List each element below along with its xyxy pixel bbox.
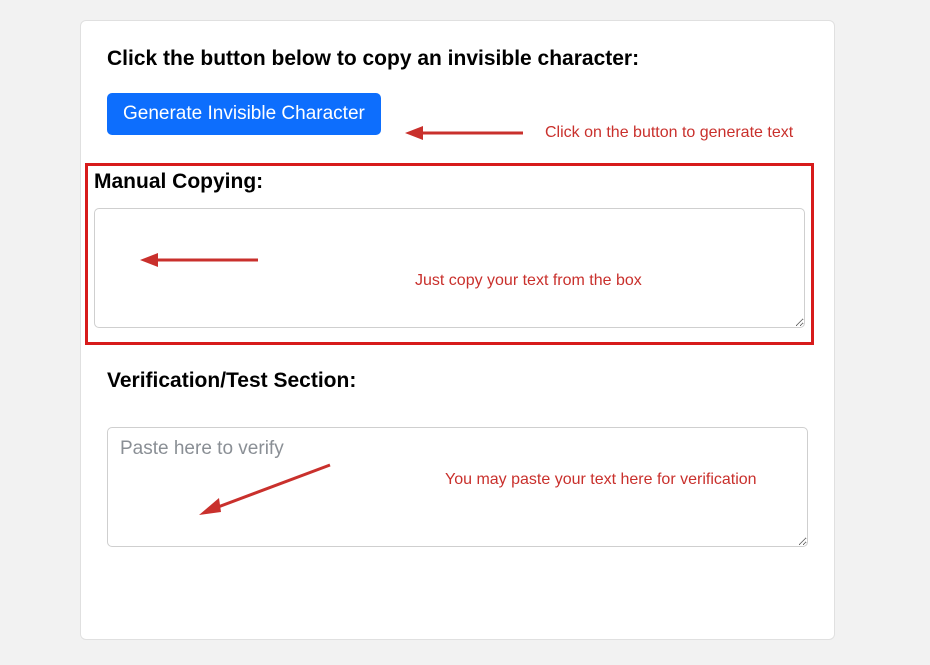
verification-section-heading: Verification/Test Section:	[107, 369, 808, 393]
generate-invisible-character-button[interactable]: Generate Invisible Character	[107, 93, 381, 135]
manual-copying-highlight-box: Manual Copying:	[85, 163, 814, 345]
instruction-text: Click the button below to copy an invisi…	[107, 47, 808, 71]
main-card: Click the button below to copy an invisi…	[80, 20, 835, 640]
manual-copying-heading: Manual Copying:	[94, 170, 805, 194]
manual-copy-textarea[interactable]	[94, 208, 805, 328]
verification-textarea[interactable]	[107, 427, 808, 547]
